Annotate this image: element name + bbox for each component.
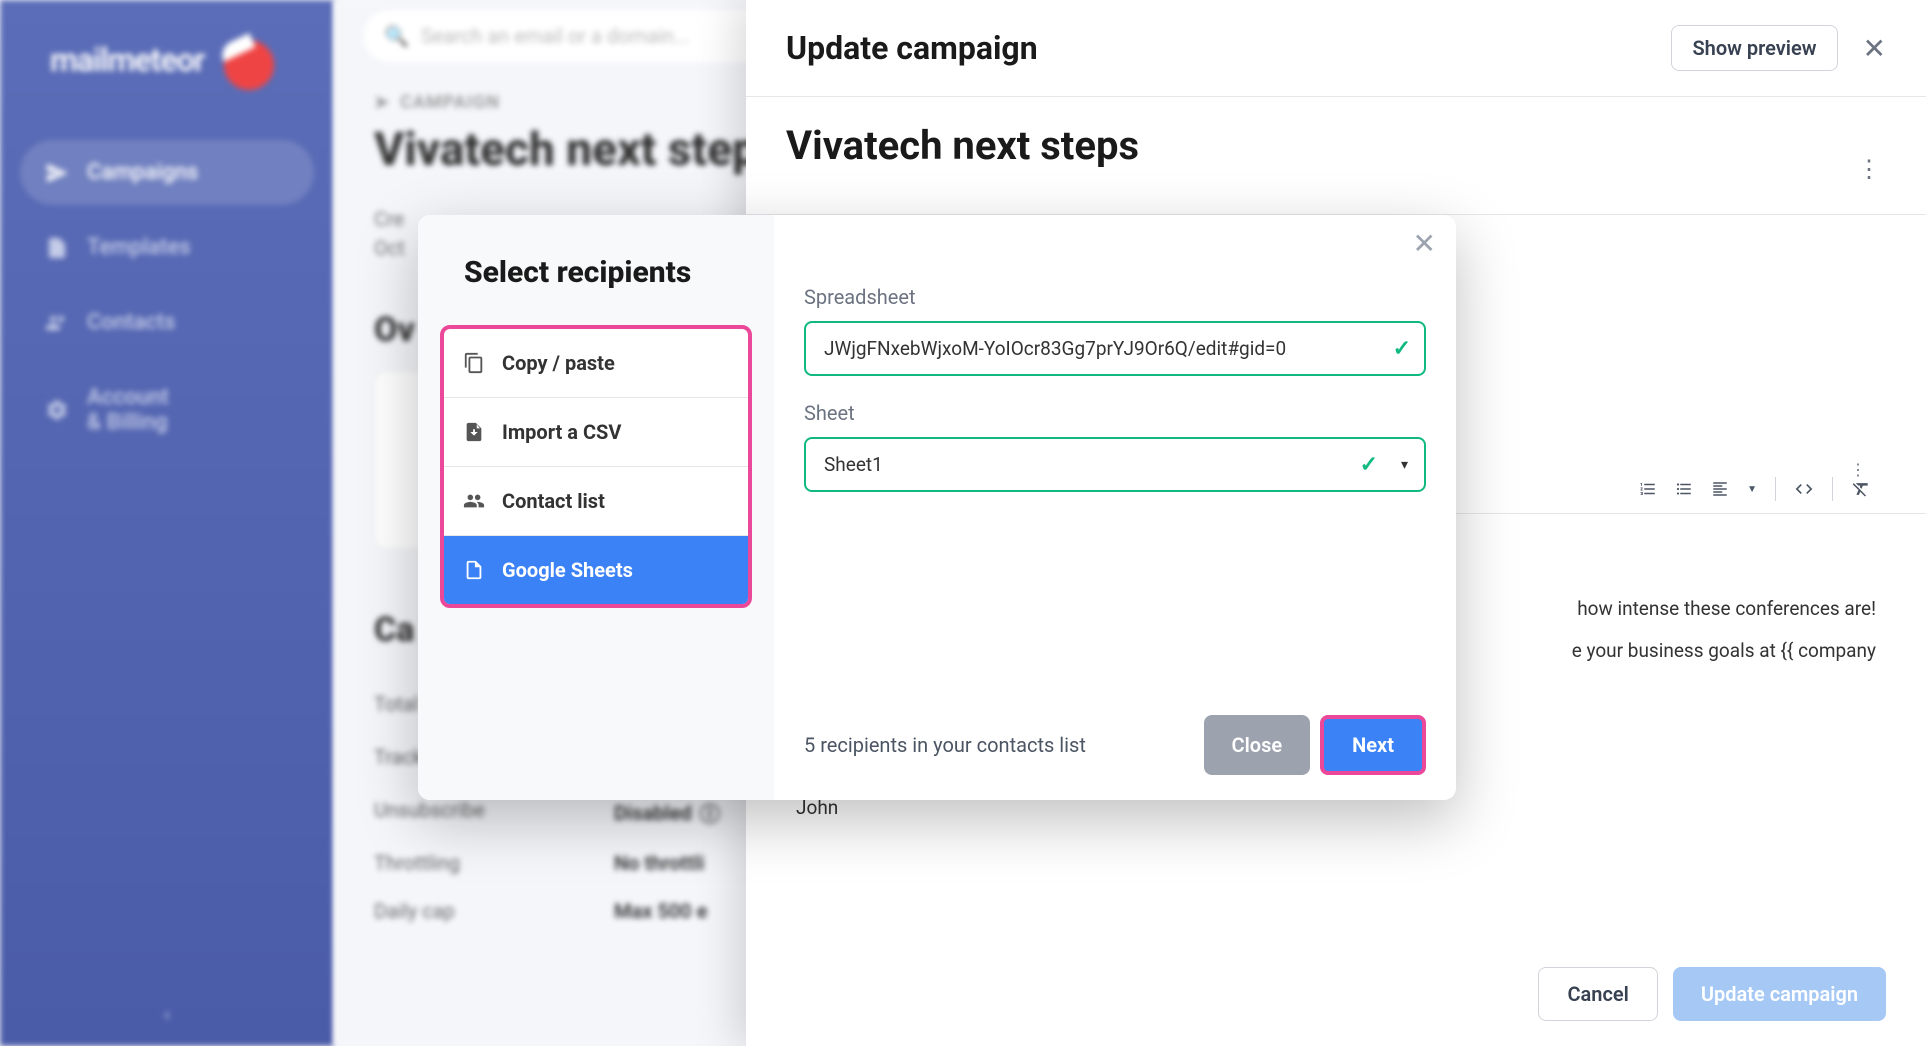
recipients-count: 5 recipients in your contacts list bbox=[804, 733, 1086, 757]
select-recipients-modal: Select recipients Copy / paste Import a … bbox=[418, 215, 1456, 800]
option-import-csv[interactable]: Import a CSV bbox=[444, 398, 748, 467]
option-label: Import a CSV bbox=[502, 420, 621, 444]
recipient-source-options: Copy / paste Import a CSV Contact list G… bbox=[440, 325, 752, 608]
upload-file-icon bbox=[462, 420, 486, 444]
option-label: Google Sheets bbox=[502, 558, 633, 582]
modal-content: ✕ Spreadsheet ✓ Sheet Sheet1 ✓ ▾ 5 recip… bbox=[774, 215, 1456, 800]
option-google-sheets[interactable]: Google Sheets bbox=[444, 536, 748, 604]
option-label: Contact list bbox=[502, 489, 605, 513]
copy-icon bbox=[462, 351, 486, 375]
option-label: Copy / paste bbox=[502, 351, 615, 375]
spreadsheet-label: Spreadsheet bbox=[804, 285, 1426, 309]
modal-title: Select recipients bbox=[418, 255, 774, 325]
sheet-icon bbox=[462, 558, 486, 582]
spreadsheet-input[interactable] bbox=[804, 321, 1426, 376]
check-icon: ✓ bbox=[1360, 452, 1378, 477]
option-contact-list[interactable]: Contact list bbox=[444, 467, 748, 536]
close-button[interactable]: Close bbox=[1204, 715, 1311, 775]
sheet-label: Sheet bbox=[804, 401, 1426, 425]
option-copy-paste[interactable]: Copy / paste bbox=[444, 329, 748, 398]
sheet-select[interactable]: Sheet1 bbox=[804, 437, 1426, 492]
modal-sidebar: Select recipients Copy / paste Import a … bbox=[418, 215, 774, 800]
next-button[interactable]: Next bbox=[1320, 715, 1426, 775]
close-icon[interactable]: ✕ bbox=[1413, 227, 1436, 260]
check-icon: ✓ bbox=[1393, 336, 1411, 361]
people-icon bbox=[462, 489, 486, 513]
chevron-down-icon: ▾ bbox=[1401, 457, 1408, 473]
